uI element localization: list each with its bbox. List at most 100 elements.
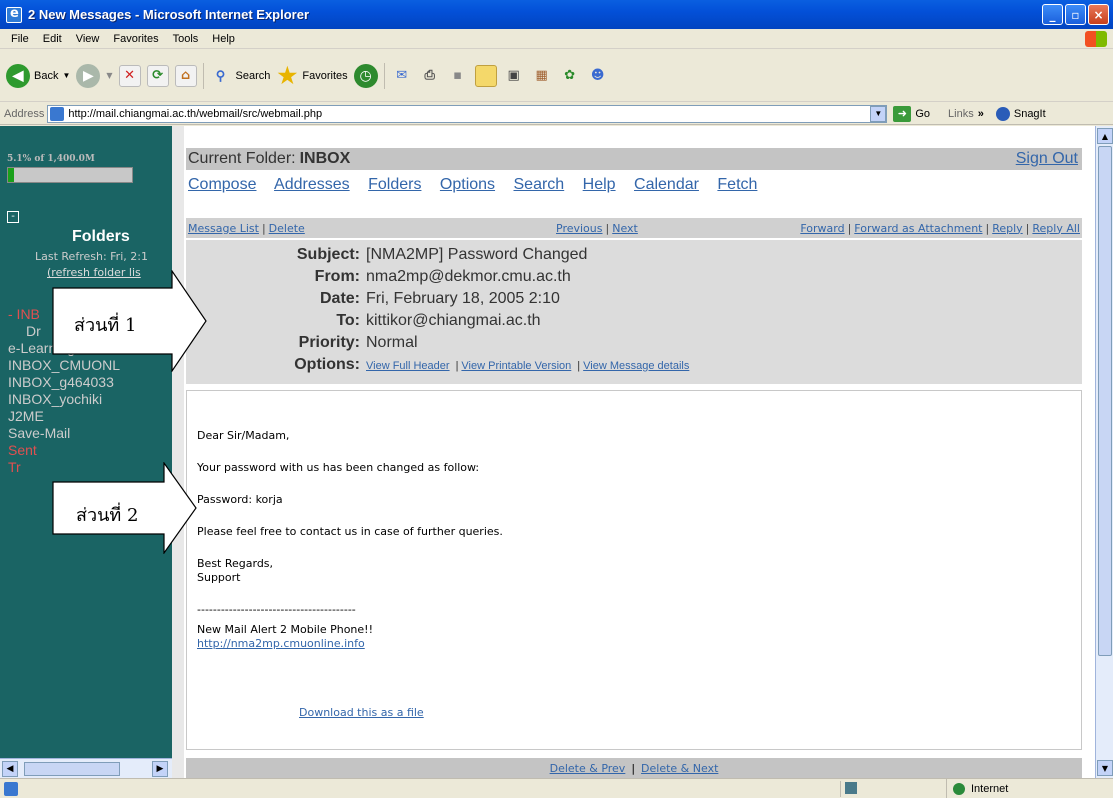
quota-fill — [8, 168, 15, 182]
minimize-button[interactable]: _ — [1042, 4, 1063, 25]
folder-item[interactable]: Sent — [8, 442, 120, 459]
scroll-thumb[interactable] — [24, 762, 120, 776]
folder-item[interactable]: J2ME — [8, 408, 120, 425]
page-content: 5.1% of 1,400.0M - Folders Last Refresh:… — [0, 126, 1113, 778]
menu-edit[interactable]: Edit — [36, 33, 69, 45]
menu-tools[interactable]: Tools — [166, 33, 206, 45]
to-key: To: — [336, 312, 360, 329]
current-folder-name: INBOX — [299, 150, 351, 167]
folder-pane-hscrollbar[interactable]: ◀ ▶ — [0, 758, 172, 778]
forward-button[interactable]: ▶ — [76, 63, 101, 88]
windows-logo-icon — [1085, 31, 1107, 47]
maximize-button[interactable]: ▫ — [1065, 4, 1086, 25]
delete-prev-link[interactable]: Delete & Prev — [550, 762, 626, 775]
options-key: Options: — [294, 356, 360, 373]
users-button[interactable]: ☻ — [587, 65, 609, 87]
callout-label-2: ส่วนที่ 2 — [76, 505, 139, 526]
body-link[interactable]: http://nma2mp.cmuonline.info — [197, 637, 365, 650]
nav-help[interactable]: Help — [583, 176, 616, 193]
back-label: Back — [34, 69, 59, 82]
body-support: Support — [197, 571, 241, 584]
delete-link[interactable]: Delete — [269, 222, 305, 235]
body-line-3: Please feel free to contact us in case o… — [197, 525, 503, 538]
mail-button[interactable]: ✉ — [391, 65, 413, 87]
vscroll-thumb[interactable] — [1098, 146, 1112, 656]
message-list-link[interactable]: Message List — [188, 222, 259, 235]
close-button[interactable]: × — [1088, 4, 1109, 25]
sign-out-link[interactable]: Sign Out — [1016, 150, 1078, 168]
stop-button[interactable]: ✕ — [118, 64, 141, 87]
forward-attachment-link[interactable]: Forward as Attachment — [854, 222, 982, 235]
scroll-right-icon[interactable]: ▶ — [152, 761, 168, 777]
address-input[interactable]: http://mail.chiangmai.ac.th/webmail/src/… — [47, 104, 888, 123]
nav-fetch[interactable]: Fetch — [717, 176, 757, 193]
snagit-button[interactable]: SnagIt — [995, 106, 1046, 121]
search-label: Search — [235, 69, 271, 82]
nav-addresses[interactable]: Addresses — [274, 176, 350, 193]
messenger-button[interactable]: ▣ — [503, 65, 525, 87]
scroll-up-icon[interactable]: ▲ — [1097, 128, 1113, 144]
nav-folders[interactable]: Folders — [368, 176, 421, 193]
research-button[interactable]: ▦ — [531, 65, 553, 87]
view-details-link[interactable]: View Message details — [583, 360, 689, 372]
scroll-left-icon[interactable]: ◀ — [2, 761, 18, 777]
window-title: 2 New Messages - Microsoft Internet Expl… — [28, 7, 310, 22]
refresh-button[interactable]: ⟳ — [146, 64, 169, 87]
page-icon — [50, 106, 65, 121]
status-bar: Internet — [0, 778, 1113, 798]
nav-search[interactable]: Search — [514, 176, 565, 193]
collapse-icon[interactable]: - — [7, 211, 19, 223]
callout-label-1: ส่วนที่ 1 — [74, 315, 137, 336]
nav-calendar[interactable]: Calendar — [634, 176, 699, 193]
history-button[interactable]: ◷ — [353, 63, 378, 88]
body-alert: New Mail Alert 2 Mobile Phone!! — [197, 623, 373, 636]
nav-options[interactable]: Options — [440, 176, 495, 193]
menu-favorites[interactable]: Favorites — [106, 33, 165, 45]
message-action-bar: Message List | Delete Previous | Next Forwar… — [186, 218, 1082, 238]
address-dropdown[interactable]: ▼ — [870, 105, 887, 122]
folder-item[interactable]: INBOX_yochiki — [8, 391, 120, 408]
download-link[interactable]: Download this as a file — [299, 706, 424, 720]
priority-value: Normal — [366, 334, 418, 351]
view-full-header-link[interactable]: View Full Header — [366, 360, 450, 372]
tool-button[interactable]: ✿ — [559, 65, 581, 87]
subject-value: [NMA2MP] Password Changed — [366, 246, 588, 263]
page-vscrollbar[interactable]: ▲ ▼ — [1095, 126, 1113, 778]
current-folder-label: Current Folder: — [188, 150, 296, 167]
security-cell — [840, 781, 860, 797]
back-button[interactable]: ◀ Back ▼ — [6, 63, 70, 88]
favorites-button[interactable]: ★ Favorites — [276, 63, 348, 88]
edit-button[interactable]: ▪ — [447, 65, 469, 87]
delete-next-link[interactable]: Delete & Next — [641, 762, 718, 775]
scroll-down-icon[interactable]: ▼ — [1097, 760, 1113, 776]
home-button[interactable]: ⌂ — [174, 64, 197, 87]
reply-link[interactable]: Reply — [992, 222, 1022, 235]
go-arrow-icon: ➜ — [893, 105, 912, 122]
print-button[interactable]: ⎙ — [419, 65, 441, 87]
last-refresh: Last Refresh: Fri, 2:1 — [35, 250, 148, 263]
forward-link[interactable]: Forward — [800, 222, 844, 235]
title-bar: 2 New Messages - Microsoft Internet Expl… — [0, 0, 1113, 29]
body-line-1: Your password with us has been changed a… — [197, 461, 480, 474]
next-link[interactable]: Next — [612, 222, 638, 235]
date-value: Fri, February 18, 2005 2:10 — [366, 290, 560, 307]
folder-item[interactable]: INBOX_g464033 — [8, 374, 120, 391]
reply-all-link[interactable]: Reply All — [1032, 222, 1080, 235]
address-url: http://mail.chiangmai.ac.th/webmail/src/… — [68, 107, 323, 120]
menu-file[interactable]: File — [4, 33, 36, 45]
go-label: Go — [915, 107, 931, 120]
message-pane: Current Folder: INBOX Sign Out Compose A… — [184, 126, 1094, 778]
browser-window: 2 New Messages - Microsoft Internet Expl… — [0, 0, 1113, 798]
folder-item[interactable]: Save-Mail — [8, 425, 120, 442]
nav-compose[interactable]: Compose — [188, 176, 256, 193]
search-button[interactable]: ⚲ Search — [210, 65, 271, 87]
discuss-button[interactable] — [474, 64, 497, 87]
view-printable-link[interactable]: View Printable Version — [461, 360, 571, 372]
previous-link[interactable]: Previous — [556, 222, 603, 235]
menu-view[interactable]: View — [69, 33, 107, 45]
links-button[interactable]: Links — [948, 108, 974, 120]
go-button[interactable]: ➜ Go — [893, 105, 931, 122]
menu-help[interactable]: Help — [205, 33, 242, 45]
zone-cell: Internet — [946, 779, 1096, 798]
globe-icon — [953, 783, 965, 795]
